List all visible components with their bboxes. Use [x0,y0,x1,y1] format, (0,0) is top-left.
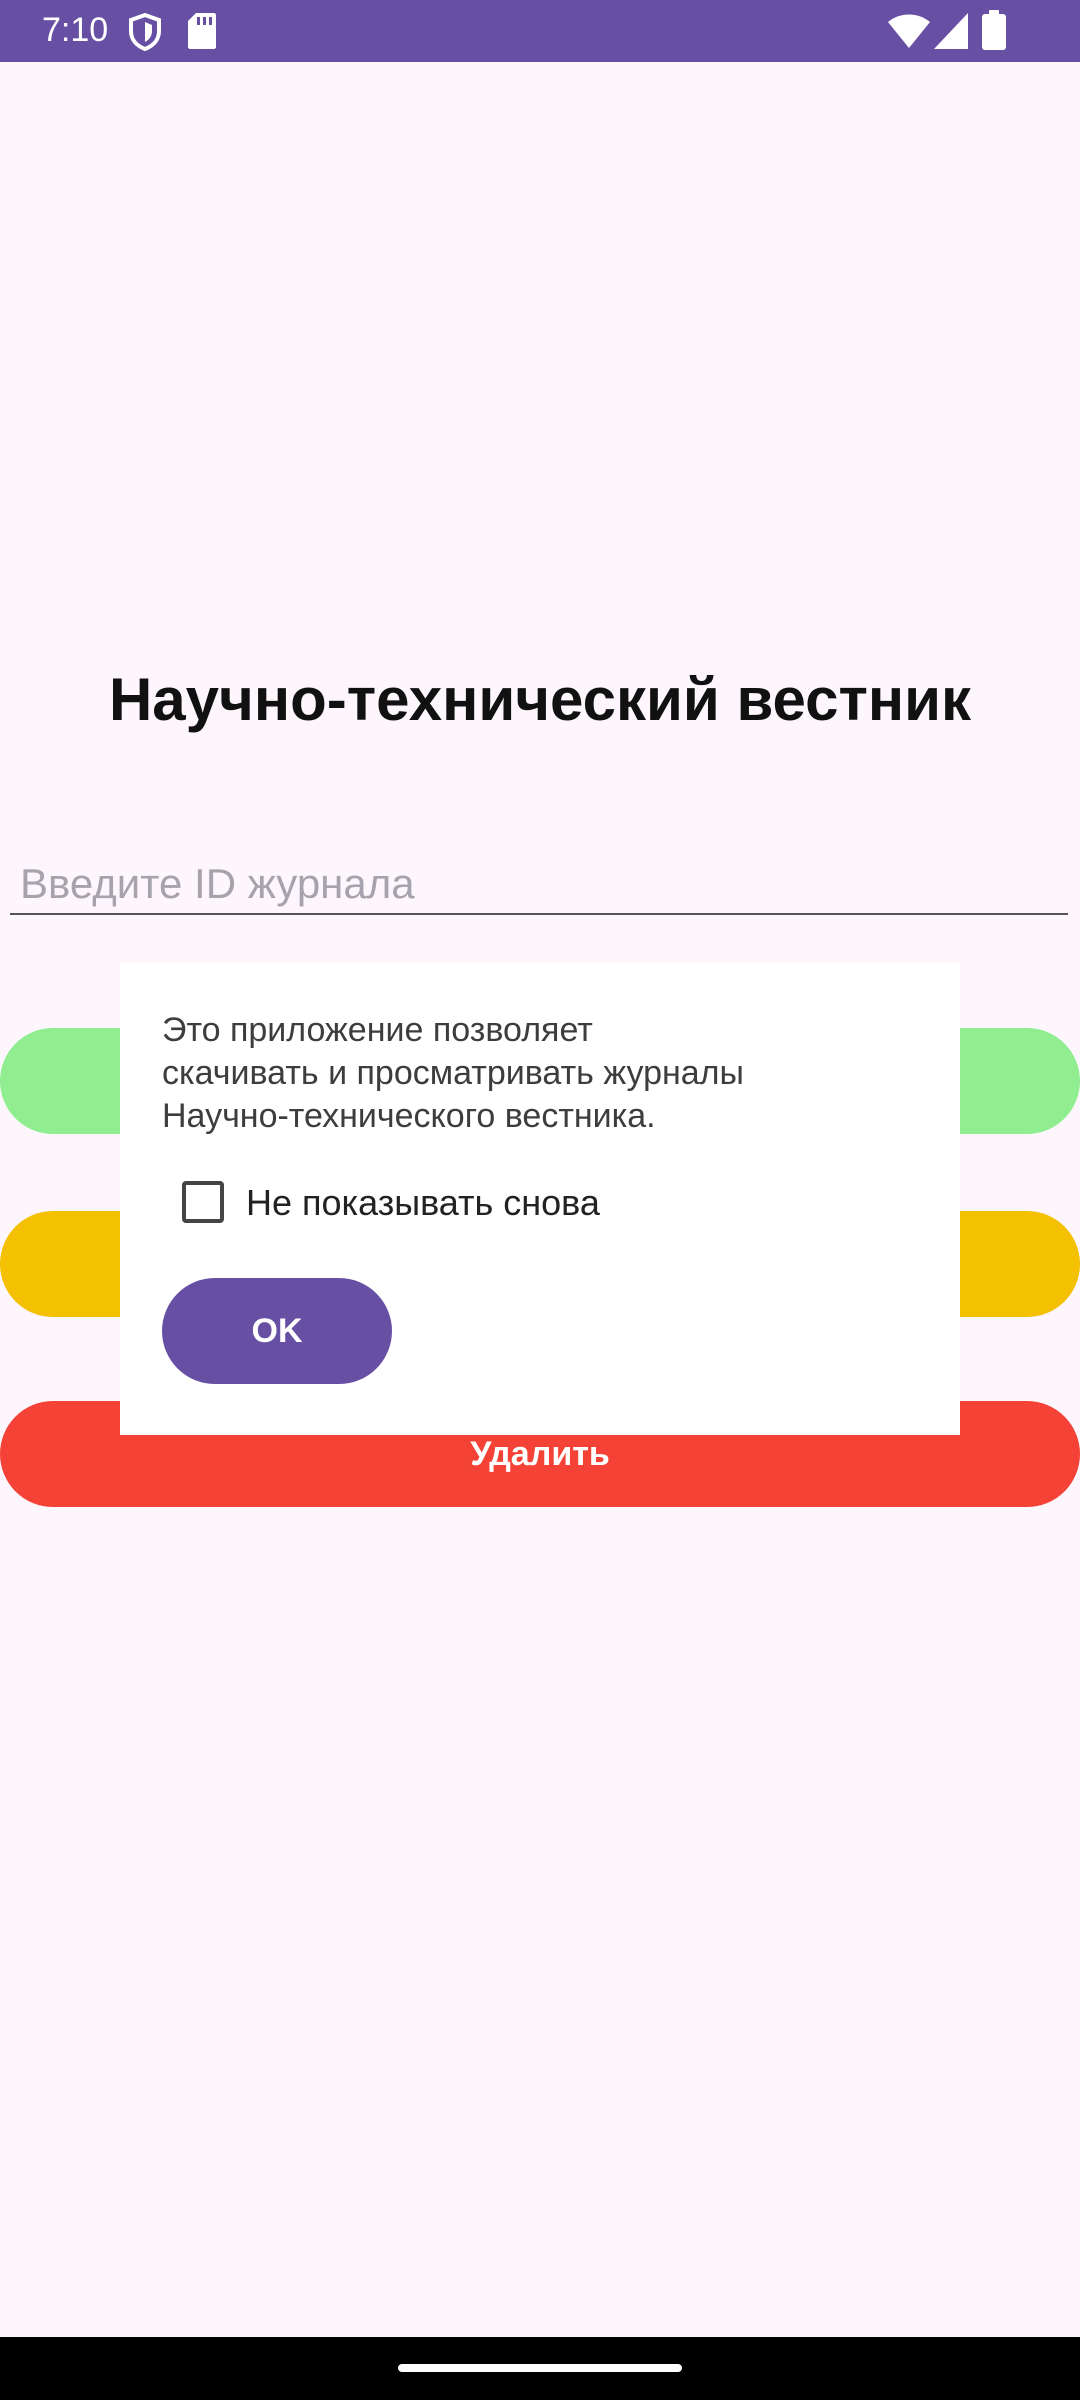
info-dialog: Это приложение позволяет скачивать и про… [120,963,960,1435]
ok-button[interactable]: OK [162,1278,392,1384]
dialog-message: Это приложение позволяет скачивать и про… [162,1011,744,1135]
dont-show-again-checkbox[interactable] [182,1181,224,1223]
dont-show-again-label[interactable]: Не показывать снова [246,1181,600,1225]
home-gesture-handle[interactable] [398,2364,682,2372]
